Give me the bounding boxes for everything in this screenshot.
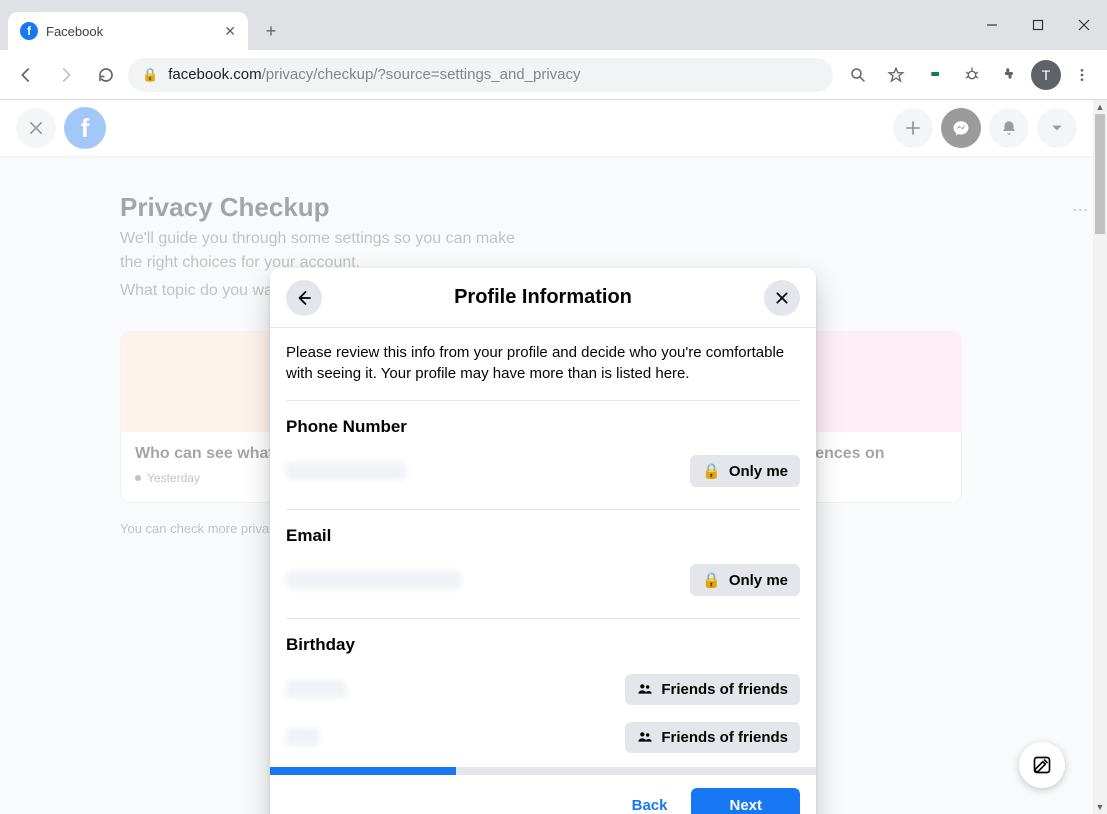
redacted-phone-value <box>286 462 406 480</box>
modal-intro-text: Please review this info from your profil… <box>286 342 800 401</box>
audience-selector-birthday-day[interactable]: Friends of friends <box>625 674 800 705</box>
page-title: Privacy Checkup <box>120 192 528 223</box>
profile-info-modal: Profile Information Please review this i… <box>270 268 816 814</box>
window-maximize-button[interactable] <box>1015 9 1061 41</box>
window-minimize-button[interactable] <box>969 9 1015 41</box>
browser-toolbar: 🔒 facebook.com/privacy/checkup/?source=s… <box>0 50 1107 100</box>
bookmark-star-icon[interactable] <box>879 58 913 92</box>
close-tab-icon[interactable]: ✕ <box>224 23 236 40</box>
back-label: Back <box>632 797 668 814</box>
browser-menu-button[interactable] <box>1065 58 1099 92</box>
account-menu-button[interactable] <box>1037 108 1077 148</box>
scrollbar-thumb[interactable] <box>1095 114 1105 234</box>
modal-back-button[interactable] <box>286 280 322 316</box>
audience-selector-email[interactable]: 🔒 Only me <box>690 564 800 596</box>
address-bar[interactable]: 🔒 facebook.com/privacy/checkup/?source=s… <box>128 58 833 92</box>
modal-footer: Back Next <box>270 775 816 814</box>
avatar-initial: T <box>1042 67 1051 83</box>
progress-fill <box>270 767 456 775</box>
extension-dashboard-icon[interactable]: ▪▪ <box>917 58 951 92</box>
browser-tab-strip: f Facebook ✕ + <box>0 0 1107 50</box>
back-button[interactable]: Back <box>618 789 682 814</box>
nav-reload-button[interactable] <box>88 57 124 93</box>
redacted-birthday-day <box>286 680 346 698</box>
section-label: Email <box>286 526 800 546</box>
facebook-logo[interactable]: f <box>64 107 106 149</box>
tab-title: Facebook <box>46 24 216 39</box>
create-button[interactable] <box>893 108 933 148</box>
lock-icon: 🔒 <box>702 571 721 589</box>
page-viewport: f Privacy Checkup We'll guide you throug… <box>0 100 1093 814</box>
close-checkup-button[interactable] <box>16 108 56 148</box>
extensions-puzzle-icon[interactable] <box>993 58 1027 92</box>
section-birthday: Birthday Friends of friends Friends of f… <box>286 619 800 767</box>
next-button[interactable]: Next <box>691 788 800 814</box>
section-label: Birthday <box>286 635 800 655</box>
browser-tab[interactable]: f Facebook ✕ <box>8 12 248 50</box>
scroll-down-arrow[interactable]: ▼ <box>1093 800 1107 814</box>
new-tab-button[interactable]: + <box>254 14 288 48</box>
audience-label: Only me <box>729 463 788 480</box>
audience-label: Only me <box>729 572 788 589</box>
nav-forward-button[interactable] <box>48 57 84 93</box>
notifications-button[interactable] <box>989 108 1029 148</box>
modal-title: Profile Information <box>454 286 632 309</box>
nav-back-button[interactable] <box>8 57 44 93</box>
audience-label: Friends of friends <box>661 729 788 746</box>
more-options-button[interactable]: ⋯ <box>1068 192 1093 228</box>
redacted-email-value <box>286 571 461 589</box>
window-controls <box>969 0 1107 50</box>
section-email: Email 🔒 Only me <box>286 510 800 619</box>
facebook-favicon: f <box>20 22 38 40</box>
lock-icon: 🔒 <box>142 67 158 83</box>
facebook-header: f <box>0 100 1093 156</box>
friends-icon <box>637 729 653 745</box>
profile-avatar-button[interactable]: T <box>1031 60 1061 90</box>
modal-close-button[interactable] <box>764 280 800 316</box>
url-text: facebook.com/privacy/checkup/?source=set… <box>168 66 580 83</box>
audience-selector-phone[interactable]: 🔒 Only me <box>690 455 800 487</box>
audience-label: Friends of friends <box>661 681 788 698</box>
redacted-birthday-year <box>286 728 320 746</box>
lock-icon: 🔒 <box>702 462 721 480</box>
vertical-scrollbar[interactable]: ▲ ▼ <box>1093 100 1107 814</box>
window-close-button[interactable] <box>1061 9 1107 41</box>
section-phone: Phone Number 🔒 Only me <box>286 401 800 510</box>
url-path: /privacy/checkup/?source=settings_and_pr… <box>262 66 581 83</box>
next-label: Next <box>729 797 762 814</box>
edit-fab-button[interactable] <box>1019 742 1065 788</box>
url-host: facebook.com <box>168 66 261 83</box>
audience-selector-birthday-year[interactable]: Friends of friends <box>625 722 800 753</box>
card-meta-text: Yesterday <box>147 471 200 485</box>
scroll-up-arrow[interactable]: ▲ <box>1093 100 1107 114</box>
messenger-button[interactable] <box>941 108 981 148</box>
zoom-icon[interactable] <box>841 58 875 92</box>
extension-bug-icon[interactable] <box>955 58 989 92</box>
progress-bar <box>270 767 816 775</box>
section-label: Phone Number <box>286 417 800 437</box>
modal-header: Profile Information <box>270 268 816 328</box>
friends-icon <box>637 681 653 697</box>
